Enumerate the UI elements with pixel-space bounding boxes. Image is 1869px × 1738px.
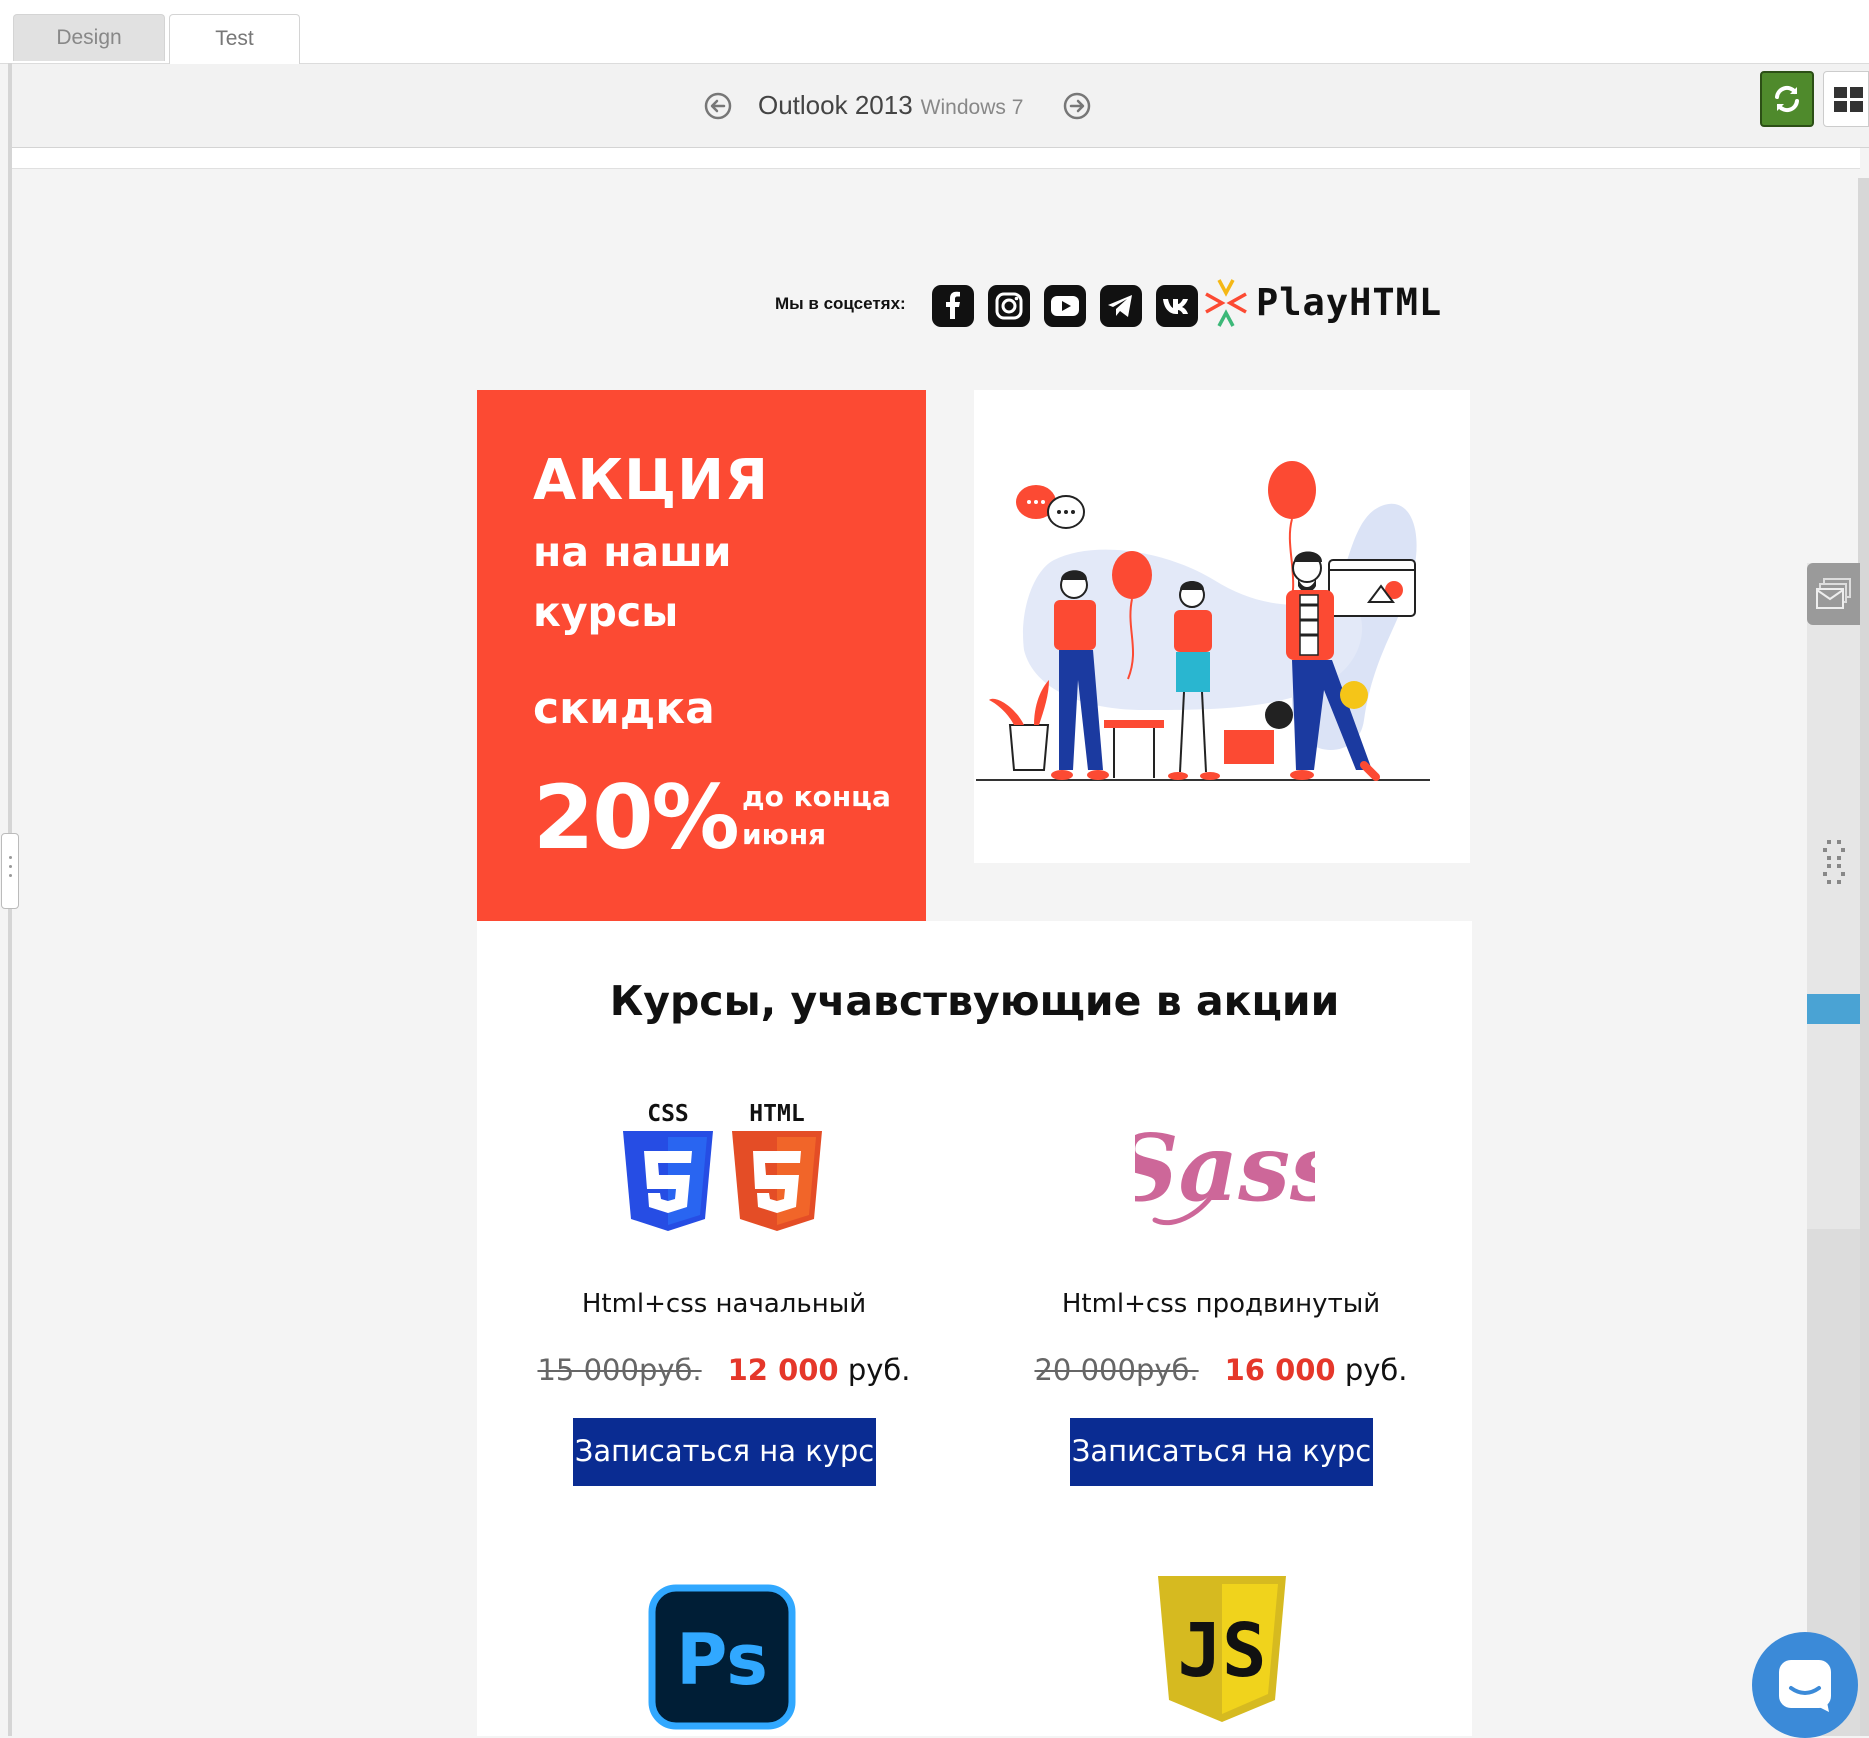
side-panel-accent: [1807, 994, 1860, 1024]
old-price-2: 20 000руб.: [1034, 1353, 1199, 1387]
discount-percent: 20%: [533, 766, 740, 869]
instagram-icon[interactable]: [988, 285, 1030, 327]
course-price-1: 15 000руб. 12 000 руб.: [524, 1353, 924, 1387]
photoshop-logo-text: Ps: [676, 1619, 768, 1701]
photoshop-logo: Ps: [648, 1584, 796, 1730]
promo-subtitle: на наши курсы: [533, 522, 732, 642]
until-line-1: до конца: [742, 780, 891, 813]
javascript-logo: JS: [1158, 1576, 1286, 1722]
promo-banner: АКЦИЯ на наши курсы скидка 20% до конца …: [477, 390, 926, 921]
panel-grip-icon[interactable]: [1823, 838, 1845, 892]
course-price-2: 20 000руб. 16 000 руб.: [1021, 1353, 1421, 1387]
enroll-button-2[interactable]: Записаться на курс: [1070, 1418, 1373, 1486]
client-name: Outlook 2013: [758, 90, 913, 120]
promo-line-1: на наши: [533, 528, 732, 576]
refresh-icon: [1775, 85, 1799, 113]
social-label: Мы в соцсетях:: [775, 294, 906, 313]
old-price-1: 15 000руб.: [537, 1353, 702, 1387]
side-panel-tab[interactable]: [1807, 563, 1860, 625]
new-price-1: 12 000: [727, 1353, 839, 1387]
preview-frame-top: [12, 148, 1860, 169]
layout-toggle-button[interactable]: [1823, 71, 1869, 127]
courses-section: Курсы, учавствующие в акции: [477, 921, 1472, 1736]
until-line-2: июня: [742, 818, 827, 851]
vk-icon[interactable]: [1156, 285, 1198, 327]
client-os: Windows 7: [920, 96, 1024, 119]
grid-icon: [1834, 87, 1863, 112]
javascript-logo-text: JS: [1177, 1608, 1266, 1694]
promo-illustration: [974, 390, 1470, 863]
playhtml-logo-icon: [1205, 279, 1247, 327]
tab-design[interactable]: Design: [13, 14, 165, 61]
discount-label: скидка: [533, 683, 715, 734]
preview-toolbar: Outlook 2013 Windows 7: [12, 64, 1869, 148]
currency-1: руб.: [847, 1353, 911, 1387]
chat-launcher-button[interactable]: [1752, 1632, 1858, 1738]
telegram-icon[interactable]: [1100, 285, 1142, 327]
previous-client-icon[interactable]: [704, 92, 732, 120]
refresh-button[interactable]: [1760, 71, 1814, 127]
discount-until: до конца июня: [742, 778, 891, 854]
promo-line-2: курсы: [533, 588, 679, 636]
left-resize-handle[interactable]: [1, 833, 19, 909]
next-client-icon[interactable]: [1063, 92, 1091, 120]
sass-logo-text: Sass: [1135, 1114, 1315, 1222]
html-logo-label: HTML: [749, 1101, 804, 1127]
css-html-logo: CSS HTML: [623, 1101, 822, 1231]
brand-name: PlayHTML: [1256, 281, 1443, 324]
sass-logo: Sass: [1135, 1114, 1315, 1226]
envelope-stack-icon: [1816, 578, 1851, 609]
youtube-icon[interactable]: [1044, 285, 1086, 327]
enroll-button-1[interactable]: Записаться на курс: [573, 1418, 876, 1486]
email-client-label: Outlook 2013 Windows 7: [758, 90, 1023, 121]
courses-title: Курсы, учавствующие в акции: [609, 977, 1340, 1025]
course-name-1: Html+css начальный: [581, 1289, 867, 1319]
course-name-2: Html+css продвинутый: [1061, 1289, 1381, 1319]
css-logo-label: CSS: [647, 1101, 689, 1127]
new-price-2: 16 000: [1224, 1353, 1336, 1387]
tab-test[interactable]: Test: [169, 14, 300, 64]
facebook-icon[interactable]: [932, 285, 974, 327]
promo-title: АКЦИЯ: [533, 448, 770, 513]
tab-bar: Design Test: [0, 0, 1869, 64]
currency-2: руб.: [1344, 1353, 1408, 1387]
chat-icon: [1779, 1660, 1831, 1712]
